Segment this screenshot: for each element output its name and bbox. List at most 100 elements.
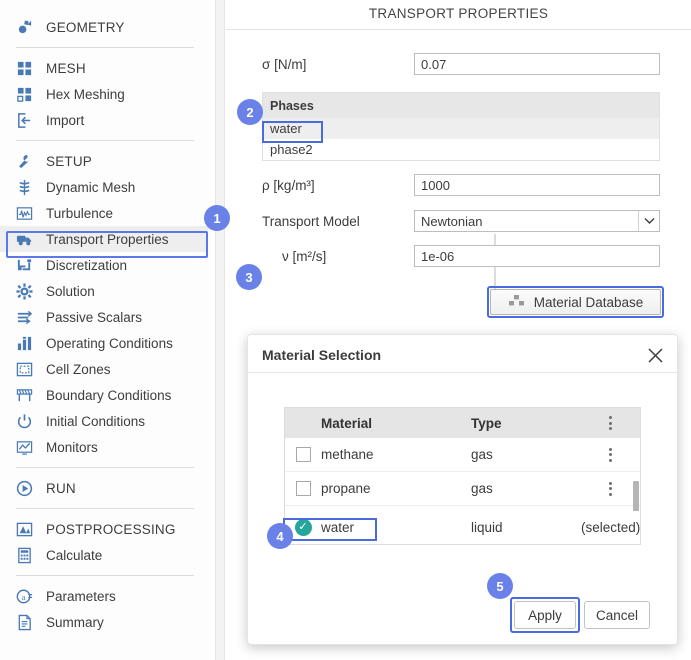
sidebar-item-label: POSTPROCESSING [46,521,176,537]
page-title: TRANSPORT PROPERTIES [368,6,549,21]
cancel-button[interactable]: Cancel [584,601,650,629]
material-checkbox[interactable] [285,447,321,462]
sidebar-item-summary[interactable]: Summary [0,609,208,635]
sidebar-item-passive-scalars[interactable]: Passive Scalars [0,304,208,330]
dialog-title: Material Selection [262,347,382,363]
table-header-row: Material Type [285,408,640,438]
sidebar-item-postprocessing[interactable]: POSTPROCESSING [0,516,208,542]
sidebar-item-label: Import [46,112,85,128]
step-badge-1: 1 [204,205,230,231]
truck-icon [16,231,33,248]
wrench-icon [16,153,33,170]
bar-chart-icon [16,335,33,352]
selected-material-type: liquid [471,520,503,535]
sidebar-item-run[interactable]: RUN [0,475,208,501]
discretization-icon [16,257,33,274]
phases-header: Phases [263,93,659,118]
sigma-input[interactable]: 0.07 [414,53,660,75]
boundary-conditions-icon [16,387,33,404]
sidebar-item-monitors[interactable]: Monitors [0,434,208,460]
rho-input[interactable]: 1000 [414,174,660,196]
panel-splitter[interactable] [215,0,225,660]
table-row[interactable]: methane gas [285,438,640,472]
nu-input[interactable]: 1e-06 [414,245,660,267]
material-type-cell: gas [471,447,493,462]
phase-list-item[interactable]: phase2 [263,139,659,160]
sidebar-item-list: GEOMETRY MESH Hex Meshing Import SETUP Dynami… [0,0,208,635]
sidebar-item-discretization[interactable]: Discretization [0,252,208,278]
power-icon [16,413,33,430]
checkbox-box[interactable] [295,447,311,462]
material-database-button[interactable]: Material Database [490,289,661,315]
sidebar-item-hex-meshing[interactable]: Hex Meshing [0,81,208,107]
database-blocks-icon [508,294,525,310]
sidebar-item-setup[interactable]: SETUP [0,148,208,174]
sidebar-item-geometry[interactable]: GEOMETRY [0,14,208,40]
sidebar-item-label: Calculate [46,547,103,563]
kebab-icon [609,447,612,462]
column-header-material[interactable]: Material [321,416,471,431]
sidebar-item-label: Monitors [46,439,98,455]
column-header-type[interactable]: Type [471,416,581,431]
table-options-menu-icon[interactable] [581,416,640,430]
sidebar-item-dynamic-mesh[interactable]: Dynamic Mesh [0,174,208,200]
step-badge-4: 4 [267,523,293,549]
transport-model-select[interactable]: Newtonian [414,210,660,232]
material-type-cell: gas [471,481,493,496]
transport-model-label: Transport Model [262,214,360,229]
sidebar-item-label: Transport Properties [46,231,169,247]
row-options-menu-icon[interactable] [581,481,640,496]
sidebar-item-calculate[interactable]: Calculate [0,542,208,568]
material-checkbox[interactable] [285,481,321,496]
sidebar-item-solution[interactable]: Solution [0,278,208,304]
material-name-cell: methane [321,447,374,462]
sidebar-item-label: SETUP [46,153,93,169]
svg-text:a: a [22,591,26,601]
kebab-icon [609,416,612,430]
sidebar-item-operating-conditions[interactable]: Operating Conditions [0,330,208,356]
step-badge-2: 2 [237,99,263,125]
selected-material-row: ✓ water liquid (selected) [284,511,641,545]
check-circle-icon: ✓ [294,519,312,536]
sidebar-item-label: RUN [46,480,76,496]
step-badge-3: 3 [236,264,262,290]
phases-rows: water phase2 [263,118,659,160]
sidebar-item-import[interactable]: Import [0,107,208,133]
selected-status-label: (selected) [581,520,641,535]
sidebar-item-boundary-conditions[interactable]: Boundary Conditions [0,382,208,408]
monitor-icon [16,439,33,456]
sidebar-item-label: Dynamic Mesh [46,179,136,195]
passive-scalars-icon [16,309,33,326]
transport-model-value: Newtonian [421,213,483,229]
sidebar-item-label: Initial Conditions [46,413,146,429]
sidebar-item-initial-conditions[interactable]: Initial Conditions [0,408,208,434]
chevron-down-icon[interactable] [638,211,659,231]
sidebar-item-label: Summary [46,614,104,630]
table-row[interactable]: propane gas [285,472,640,506]
summary-icon [16,614,33,631]
turbulence-icon [16,205,33,222]
geometry-icon [16,19,33,36]
sidebar-item-cell-zones[interactable]: Cell Zones [0,356,208,382]
material-selection-dialog: Material Selection Material Type methane… [247,334,678,645]
sidebar-item-turbulence[interactable]: Turbulence [0,200,208,226]
sidebar-divider [16,47,194,48]
phase-list-item[interactable]: water [263,118,659,139]
close-icon[interactable] [641,341,669,369]
sidebar-item-label: MESH [46,60,86,76]
sidebar-item-transport-properties[interactable]: Transport Properties [0,226,208,252]
sidebar-divider [16,508,194,509]
row-options-menu-icon[interactable] [581,447,640,462]
rho-label: ρ [kg/m³] [262,178,315,193]
sidebar-item-mesh[interactable]: MESH [0,55,208,81]
dynamic-mesh-icon [16,179,33,196]
sidebar-item-parameters[interactable]: a Parameters [0,583,208,609]
navigation-sidebar: GEOMETRY MESH Hex Meshing Import SETUP Dynami… [0,0,208,660]
import-icon [16,112,33,129]
sidebar-item-label: Hex Meshing [46,86,125,102]
dialog-title-divider [248,372,677,373]
kebab-icon [609,481,612,496]
checkbox-box[interactable] [295,481,311,496]
apply-button[interactable]: Apply [514,601,576,629]
step-badge-5: 5 [487,573,513,599]
